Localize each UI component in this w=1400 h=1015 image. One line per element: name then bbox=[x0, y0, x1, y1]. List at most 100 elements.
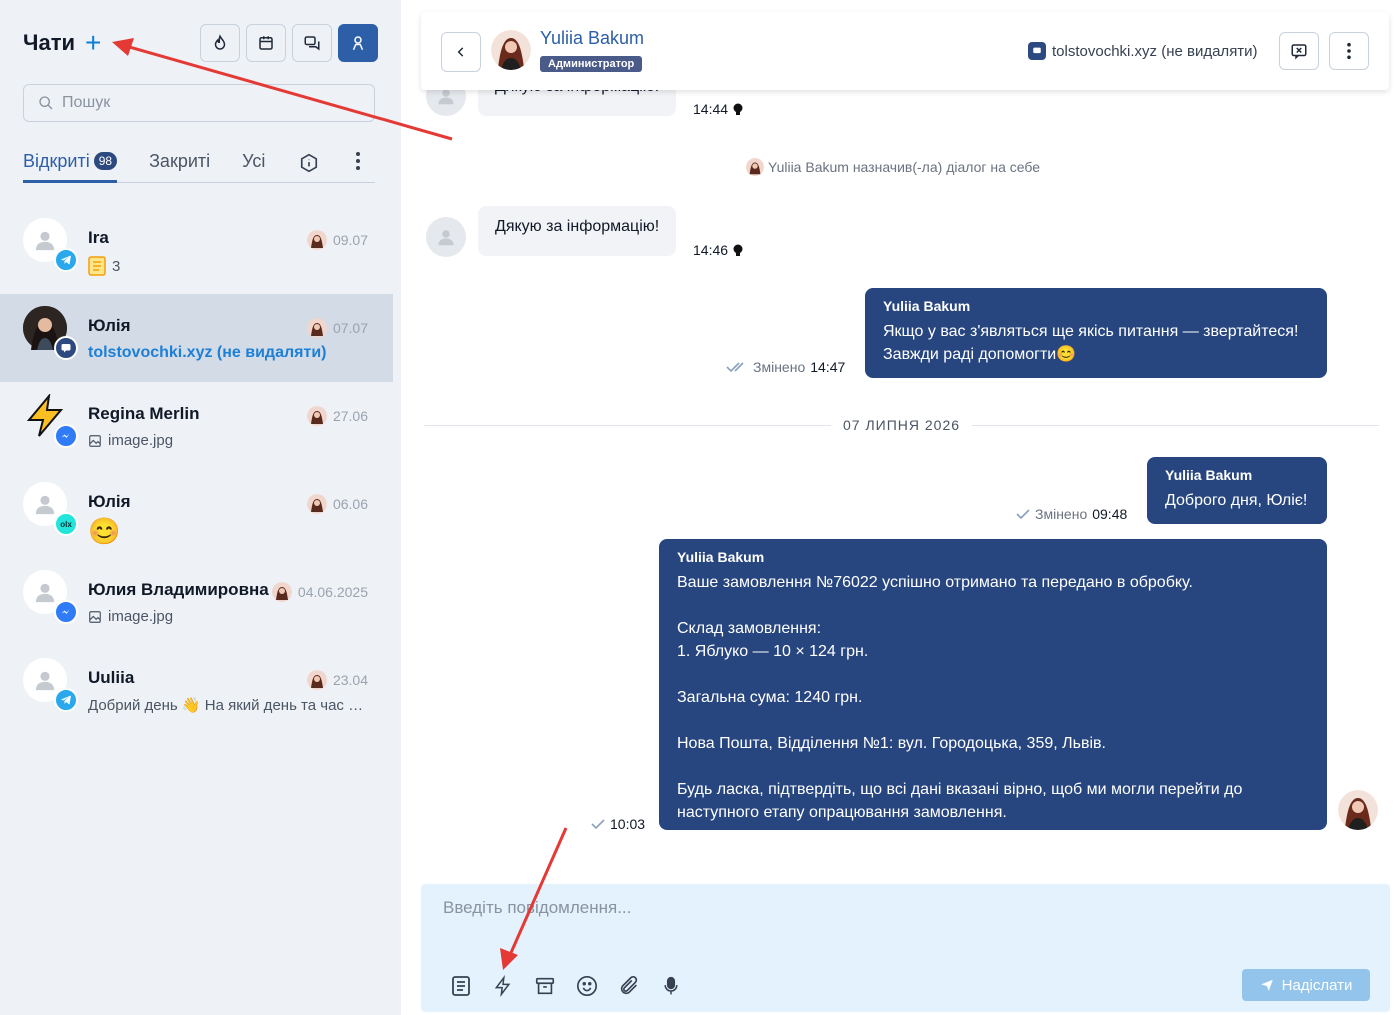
calendar-filter-button[interactable] bbox=[246, 24, 286, 62]
tab-closed[interactable]: Закриті bbox=[149, 147, 210, 183]
chats-filter-button[interactable] bbox=[292, 24, 332, 62]
message-time: 10:03 bbox=[591, 816, 645, 832]
templates-button[interactable] bbox=[449, 974, 473, 998]
agent-avatar bbox=[306, 230, 327, 250]
image-icon bbox=[89, 434, 101, 447]
chat-date: 27.06 bbox=[332, 408, 368, 424]
message-text: Дякую за інформацію! bbox=[495, 218, 660, 235]
chat-preview-text: Добрий день 👋 На який день та час … bbox=[88, 697, 364, 714]
outgoing-message: Yuliia Bakum Якщо у вас з'являться ще як… bbox=[865, 288, 1327, 378]
chat-date: 04.06.2025 bbox=[297, 584, 368, 600]
message-input[interactable] bbox=[443, 898, 1343, 958]
site-chat-icon bbox=[54, 336, 78, 360]
agent-avatar bbox=[306, 318, 327, 338]
chat-preview-text: 😊 bbox=[88, 516, 121, 546]
emoji-button[interactable] bbox=[575, 974, 599, 998]
open-count-badge: 98 bbox=[93, 152, 118, 170]
message-sender: Yuliia Bakum bbox=[1165, 467, 1253, 483]
channel-info: tolstovochki.xyz (не видаляти) bbox=[1028, 42, 1258, 60]
more-options-button[interactable] bbox=[1329, 32, 1369, 70]
tab-open[interactable]: Відкриті 98 bbox=[23, 147, 118, 183]
close-dialog-button[interactable] bbox=[1279, 32, 1319, 70]
chat-preview-text: 3 bbox=[112, 257, 121, 275]
chat-list-item[interactable]: Юлия Владимировна 04.06.2025 image.jpg bbox=[0, 558, 393, 646]
search-input[interactable] bbox=[62, 94, 342, 112]
channel-name: tolstovochki.xyz (не видаляти) bbox=[1052, 42, 1258, 60]
agent-avatar bbox=[306, 406, 327, 426]
chat-name: Uuliia bbox=[88, 668, 135, 687]
chat-name: Юлія bbox=[88, 492, 131, 511]
more-vertical-icon bbox=[1347, 42, 1351, 60]
tab-all-label: Усі bbox=[242, 151, 266, 171]
chat-tabs: Відкриті 98 Закриті Усі bbox=[23, 147, 375, 183]
message-time: Змінено 09:48 bbox=[1016, 506, 1127, 522]
info-hexagon-icon bbox=[301, 153, 318, 173]
chat-date-wrap: 06.06 bbox=[306, 494, 368, 514]
search-icon bbox=[39, 96, 53, 110]
messenger-icon bbox=[54, 424, 78, 448]
tabs-info-button[interactable] bbox=[299, 153, 319, 178]
telegram-icon bbox=[54, 688, 78, 712]
outgoing-message: Yuliia Bakum Доброго дня, Юліє! bbox=[1147, 457, 1327, 524]
contact-name[interactable]: Yuliia Bakum bbox=[540, 28, 644, 49]
quick-replies-button[interactable] bbox=[491, 974, 515, 998]
box-icon bbox=[535, 977, 555, 995]
messenger-icon bbox=[54, 600, 78, 624]
smile-icon bbox=[577, 976, 597, 996]
calendar-icon bbox=[259, 36, 273, 50]
chat-name: Regina Merlin bbox=[88, 404, 200, 423]
more-vertical-icon bbox=[356, 152, 361, 170]
back-button[interactable] bbox=[441, 32, 481, 72]
agent-avatar bbox=[491, 30, 531, 70]
lightbulb-icon bbox=[733, 244, 743, 256]
message-time-text: 14:47 bbox=[810, 359, 846, 375]
chat-list-item[interactable]: Ira 09.07 3 bbox=[0, 206, 393, 294]
message-time-text: 14:46 bbox=[693, 242, 729, 258]
contact-avatar bbox=[426, 217, 466, 257]
user-icon bbox=[352, 36, 364, 51]
chat-list-item[interactable]: Uuliia 23.04 Добрий день 👋 На який день … bbox=[0, 646, 393, 734]
message-text: Ваше замовлення №76022 успішно отримано … bbox=[677, 574, 1243, 821]
products-button[interactable] bbox=[533, 974, 557, 998]
chat-list: Ira 09.07 3 Юлія 07.07 tolstovochki.xyz bbox=[0, 206, 393, 734]
paperclip-icon bbox=[620, 976, 638, 995]
tabs-more-button[interactable] bbox=[355, 151, 361, 176]
hot-filter-button[interactable] bbox=[200, 24, 240, 62]
composer-toolbar bbox=[449, 974, 683, 998]
chat-list-item[interactable]: Юлія 07.07 tolstovochki.xyz (не видаляти… bbox=[0, 294, 393, 382]
send-button[interactable]: Надіслати bbox=[1242, 969, 1370, 1001]
message-time: 14:46 bbox=[693, 242, 743, 258]
chat-list-item[interactable]: olx Юлія 06.06 😊 bbox=[0, 470, 393, 558]
site-chat-icon bbox=[1028, 42, 1046, 60]
tab-all[interactable]: Усі bbox=[242, 147, 265, 183]
voice-button[interactable] bbox=[659, 974, 683, 998]
chat-date: 06.06 bbox=[332, 496, 368, 512]
chat-list-item[interactable]: Regina Merlin 27.06 image.jpg bbox=[0, 382, 393, 470]
chat-date-wrap: 27.06 bbox=[306, 406, 368, 426]
edited-label: Змінено bbox=[753, 359, 806, 375]
message-sender: Yuliia Bakum bbox=[677, 549, 765, 565]
chat-date: 09.07 bbox=[332, 232, 368, 248]
chat-name: Ira bbox=[88, 228, 109, 247]
message-time: 14:44 bbox=[693, 101, 743, 117]
telegram-icon bbox=[54, 248, 78, 272]
double-check-icon bbox=[726, 362, 744, 373]
message-composer: Надіслати bbox=[421, 884, 1390, 1012]
lightning-icon bbox=[494, 975, 511, 997]
message-text: Якщо у вас з'являться ще якісь питання —… bbox=[883, 323, 1299, 363]
my-chats-filter-button[interactable] bbox=[338, 24, 378, 62]
attach-button[interactable] bbox=[617, 974, 641, 998]
new-chat-button[interactable]: + bbox=[85, 29, 101, 57]
role-badge: Администратор bbox=[540, 56, 643, 72]
default-user-icon bbox=[438, 230, 454, 246]
outgoing-message: Yuliia Bakum Ваше замовлення №76022 успі… bbox=[659, 539, 1327, 830]
conversation-panel: Yuliia Bakum Администратор tolstovochki.… bbox=[401, 0, 1400, 1015]
avatar bbox=[23, 570, 78, 624]
avatar bbox=[23, 394, 78, 448]
message-sender: Yuliia Bakum bbox=[883, 298, 971, 314]
agent-avatar bbox=[306, 670, 327, 690]
sidebar-title: Чати bbox=[23, 30, 75, 55]
chat-preview-text: tolstovochki.xyz (не видаляти) bbox=[88, 344, 327, 361]
chat-preview: 3 bbox=[88, 256, 120, 276]
system-message: Yuliia Bakum назначив(-ла) діалог на себ… bbox=[746, 158, 1040, 176]
